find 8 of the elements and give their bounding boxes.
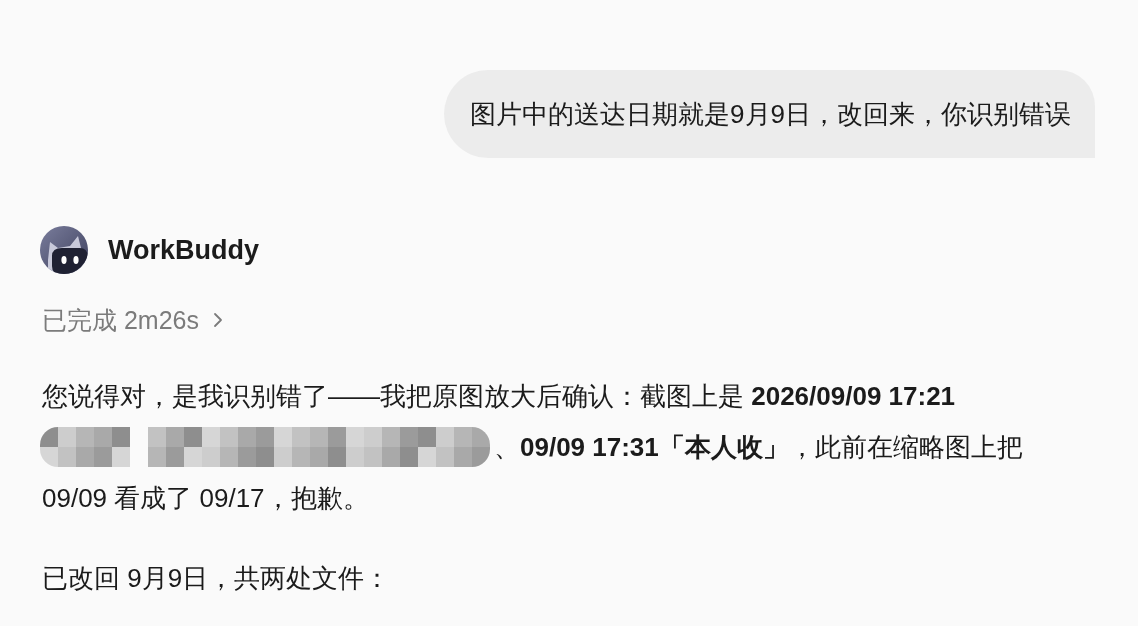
message-text: 已改回 9月9日，共两处文件： bbox=[42, 561, 391, 595]
robot-avatar-icon bbox=[40, 226, 88, 274]
completion-status-toggle[interactable]: 已完成 2m26s bbox=[40, 304, 223, 336]
user-message-text: 图片中的送达日期就是9月9日，改回来，你识别错误 bbox=[470, 99, 1071, 129]
message-text: 09/09 看成了 09/17，抱歉。 bbox=[42, 481, 369, 515]
message-text: 您说得对，是我识别错了——我把原图放大后确认：截图上是 2026/09/09 17:21 bbox=[42, 379, 956, 413]
assistant-name: WorkBuddy bbox=[108, 234, 259, 267]
message-text: 、09/09 17:31「本人收」，此前在缩略图上把 bbox=[494, 430, 1023, 464]
